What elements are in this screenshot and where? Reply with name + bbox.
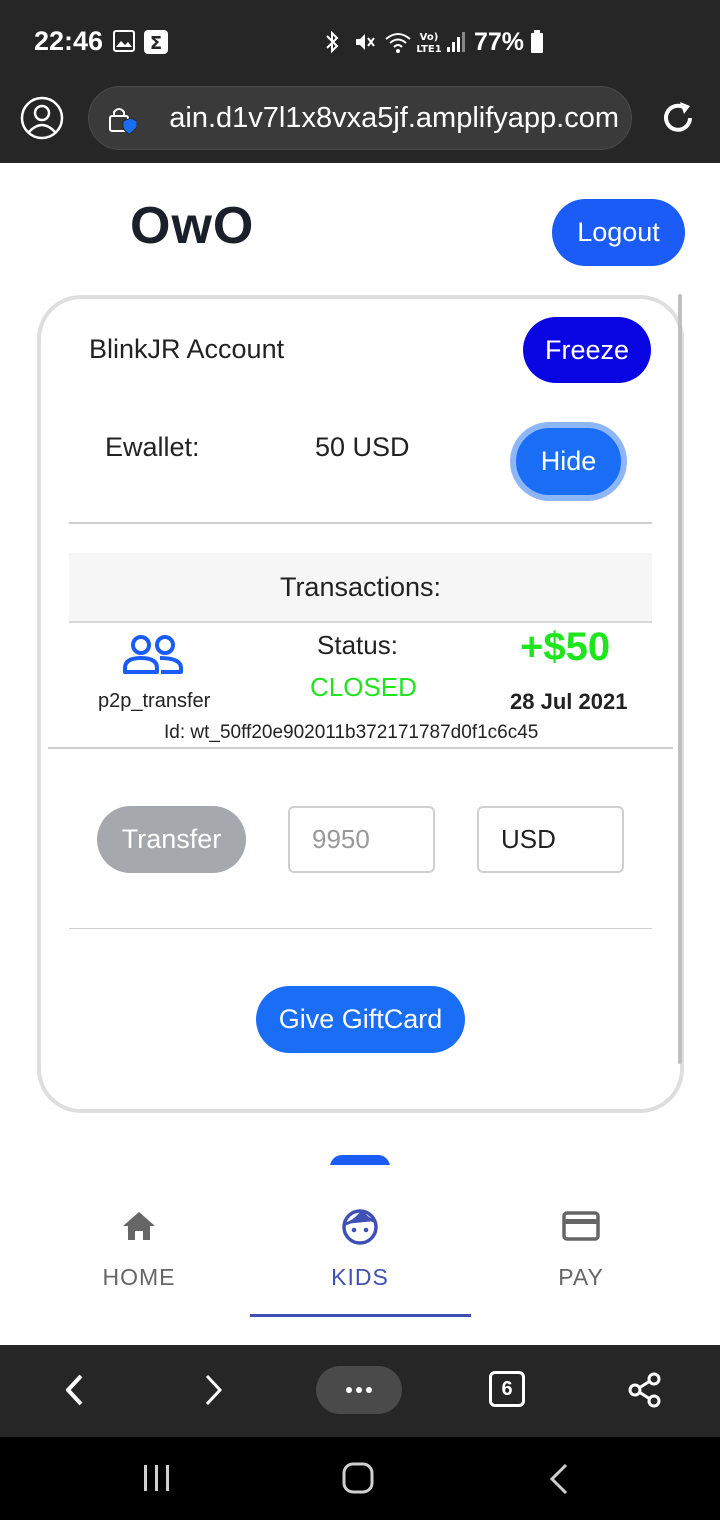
divider — [69, 928, 652, 929]
svg-text:LTE1: LTE1 — [416, 44, 441, 54]
tabs-button[interactable]: 6 — [489, 1371, 525, 1407]
nav-label-pay: PAY — [558, 1264, 604, 1290]
more-dots-icon — [346, 1387, 372, 1393]
ewallet-label: Ewallet: — [105, 432, 200, 462]
nav-item-home[interactable]: HOME — [29, 1206, 249, 1316]
hide-button[interactable]: Hide — [510, 422, 627, 501]
sigma-icon: Σ — [144, 30, 168, 54]
home-system-icon[interactable] — [341, 1461, 375, 1495]
transaction-date: 28 Jul 2021 — [510, 689, 628, 714]
url-text: main.d1v7l1x8vxa5jf.amplifyapp.com — [169, 102, 619, 134]
scrollbar[interactable] — [678, 294, 682, 1064]
battery-percent: 77% — [474, 28, 525, 56]
share-icon — [628, 1372, 661, 1408]
signal-icon — [447, 32, 465, 52]
mute-icon — [356, 34, 375, 50]
browser-address-bar: main.d1v7l1x8vxa5jf.amplifyapp.com — [0, 74, 720, 163]
home-icon — [123, 1212, 155, 1240]
account-title: BlinkJR Account — [89, 334, 285, 364]
nav-label-kids: KIDS — [331, 1264, 389, 1290]
nav-label-home: HOME — [102, 1264, 176, 1290]
wifi-icon — [385, 33, 411, 53]
people-icon — [123, 635, 183, 674]
transfer-amount-input[interactable]: 9950 — [288, 806, 435, 873]
logout-button[interactable]: Logout — [552, 199, 685, 266]
battery-icon — [531, 30, 543, 53]
transfer-button[interactable]: Transfer — [97, 806, 246, 873]
profile-icon[interactable] — [20, 96, 64, 140]
svg-text:Σ: Σ — [150, 33, 162, 54]
nav-item-kids[interactable]: KIDS — [250, 1206, 470, 1316]
ewallet-value: 50 USD — [315, 432, 410, 462]
transactions-header: Transactions: — [69, 553, 652, 623]
svg-text:Vo): Vo) — [420, 32, 439, 43]
transaction-id: Id: wt_50ff20e902011b372171787d0f1c6c45 — [164, 722, 539, 743]
recent-apps-icon[interactable] — [142, 1463, 172, 1493]
more-menu-button[interactable] — [316, 1366, 402, 1414]
reload-icon[interactable] — [658, 98, 698, 138]
chevron-right-icon — [205, 1374, 223, 1406]
url-field[interactable]: main.d1v7l1x8vxa5jf.amplifyapp.com — [88, 86, 632, 150]
volte-icon: Vo) LTE1 — [416, 32, 441, 54]
status-time: 22:46 — [34, 26, 104, 56]
back-button[interactable] — [50, 1365, 100, 1415]
credit-card-icon — [562, 1211, 600, 1241]
share-button[interactable] — [620, 1365, 670, 1415]
divider — [69, 522, 652, 524]
give-giftcard-button[interactable]: Give GiftCard — [256, 986, 465, 1053]
active-tab-indicator — [250, 1314, 471, 1317]
chevron-left-icon — [66, 1374, 83, 1406]
divider — [48, 747, 673, 749]
status-bar: 22:46 Σ Vo) LTE1 77% — [0, 0, 720, 74]
transaction-status-label: Status: — [317, 630, 398, 660]
secure-lock-icon[interactable] — [107, 105, 137, 135]
transaction-amount: +$50 — [520, 625, 611, 669]
bluetooth-icon — [326, 30, 339, 54]
transaction-type: p2p_transfer — [98, 690, 211, 712]
system-navigation-bar — [0, 1437, 720, 1520]
freeze-button[interactable]: Freeze — [523, 317, 651, 383]
back-system-icon[interactable] — [546, 1463, 572, 1495]
gallery-icon — [113, 30, 135, 52]
currency-input[interactable]: USD — [477, 806, 624, 873]
forward-button[interactable] — [188, 1365, 238, 1415]
kid-face-icon — [342, 1209, 378, 1245]
brand-logo: OwO — [130, 197, 255, 255]
nav-item-pay[interactable]: PAY — [471, 1206, 691, 1316]
transaction-status: CLOSED — [310, 672, 417, 702]
